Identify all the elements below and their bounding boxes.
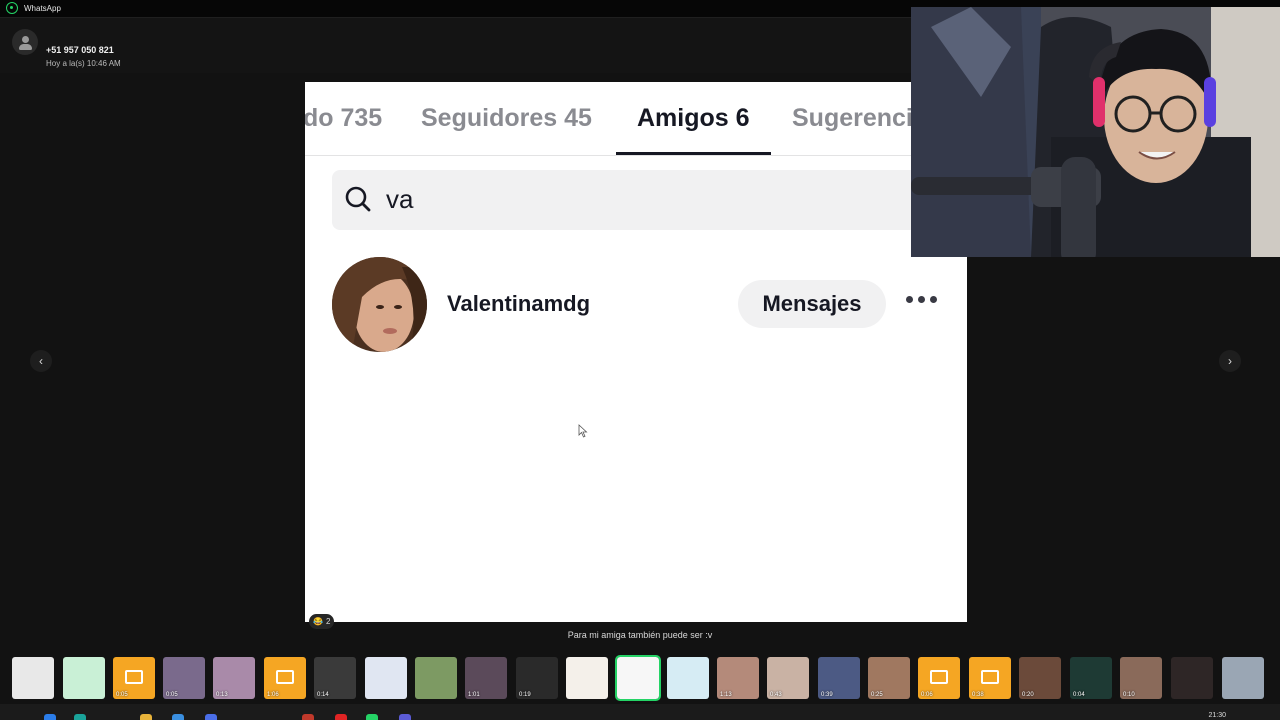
messages-button[interactable]: Mensajes bbox=[738, 280, 886, 328]
whatsapp-logo-icon bbox=[6, 2, 18, 14]
media-thumbnail[interactable]: 0:05 bbox=[113, 657, 155, 699]
os-taskbar: 21:30 bbox=[0, 704, 1280, 720]
media-thumbnail[interactable] bbox=[566, 657, 608, 699]
media-thumbnail[interactable]: 0:06 bbox=[918, 657, 960, 699]
app-name: WhatsApp bbox=[24, 3, 61, 13]
app-title: WhatsApp bbox=[6, 2, 61, 14]
media-thumbnail-selected[interactable] bbox=[615, 655, 661, 701]
taskbar-app-icon[interactable] bbox=[399, 714, 411, 720]
taskbar-clock: 21:30 bbox=[1208, 712, 1226, 719]
friend-avatar[interactable] bbox=[332, 257, 427, 352]
media-thumbnail[interactable]: 1:01 bbox=[465, 657, 507, 699]
media-thumbnail[interactable] bbox=[63, 657, 105, 699]
tab-friends[interactable]: Amigos 6 bbox=[637, 104, 750, 133]
media-thumbnail[interactable]: 0:20 bbox=[1019, 657, 1061, 699]
image-placeholder-icon bbox=[981, 670, 999, 684]
shared-screenshot: do 735 Seguidores 45 Amigos 6 Sugerenci … bbox=[305, 82, 967, 622]
reaction-badge[interactable]: 😂 2 bbox=[309, 614, 335, 629]
image-placeholder-icon bbox=[276, 670, 294, 684]
webcam-image bbox=[911, 7, 1280, 257]
previous-media-button[interactable]: ‹ bbox=[30, 350, 52, 372]
sender-phone: +51 957 050 821 bbox=[46, 45, 114, 55]
taskbar-app-icon[interactable] bbox=[335, 714, 347, 720]
chevron-left-icon: ‹ bbox=[39, 354, 43, 368]
more-options-icon[interactable] bbox=[906, 296, 937, 303]
tiktok-tabs: do 735 Seguidores 45 Amigos 6 Sugerenci bbox=[305, 82, 967, 156]
media-caption: Para mi amiga también puede ser :v bbox=[567, 630, 713, 640]
taskbar-app-icon[interactable] bbox=[140, 714, 152, 720]
search-icon bbox=[345, 186, 371, 212]
tab-following[interactable]: do 735 bbox=[305, 104, 382, 133]
media-thumbnail[interactable]: 0:10 bbox=[1120, 657, 1162, 699]
next-media-button[interactable]: › bbox=[1219, 350, 1241, 372]
media-thumbnail[interactable] bbox=[667, 657, 709, 699]
media-thumbnail[interactable]: 0:43 bbox=[767, 657, 809, 699]
taskbar-app-icon[interactable] bbox=[74, 714, 86, 720]
media-thumbnail[interactable] bbox=[365, 657, 407, 699]
image-placeholder-icon bbox=[125, 670, 143, 684]
taskbar-app-icon[interactable] bbox=[172, 714, 184, 720]
media-thumbnail[interactable]: 0:19 bbox=[516, 657, 558, 699]
taskbar-app-icon[interactable] bbox=[302, 714, 314, 720]
reaction-count: 2 bbox=[325, 617, 331, 626]
media-thumbnail[interactable]: 0:13 bbox=[213, 657, 255, 699]
taskbar-app-icon[interactable] bbox=[44, 714, 56, 720]
image-placeholder-icon bbox=[930, 670, 948, 684]
sender-timestamp: Hoy a la(s) 10:46 AM bbox=[46, 59, 121, 68]
friends-search-input[interactable]: va × bbox=[332, 170, 952, 230]
chevron-right-icon: › bbox=[1228, 354, 1232, 368]
media-thumbnail[interactable] bbox=[1171, 657, 1213, 699]
friend-username[interactable]: Valentinamdg bbox=[447, 291, 590, 317]
media-thumbnail[interactable]: 0:25 bbox=[868, 657, 910, 699]
media-thumbnail[interactable]: 0:39 bbox=[818, 657, 860, 699]
profile-photo-image bbox=[332, 257, 427, 352]
media-thumbnail[interactable]: 0:04 bbox=[1070, 657, 1112, 699]
search-value: va bbox=[386, 184, 414, 214]
tab-followers[interactable]: Seguidores 45 bbox=[421, 104, 592, 133]
streamer-webcam-overlay bbox=[911, 7, 1280, 257]
taskbar-app-icon[interactable] bbox=[205, 714, 217, 720]
mouse-cursor-icon bbox=[578, 424, 588, 438]
person-icon bbox=[21, 36, 29, 43]
laughing-emoji-icon: 😂 bbox=[313, 617, 323, 626]
friend-list-item[interactable]: Valentinamdg Mensajes bbox=[332, 256, 952, 354]
tab-suggestions[interactable]: Sugerenci bbox=[792, 104, 913, 133]
media-thumbnail[interactable]: 0:05 bbox=[163, 657, 205, 699]
media-thumbnail[interactable]: 0:38 bbox=[969, 657, 1011, 699]
media-thumbnail[interactable] bbox=[415, 657, 457, 699]
media-thumbnail[interactable] bbox=[12, 657, 54, 699]
media-thumbnail[interactable]: 1:13 bbox=[717, 657, 759, 699]
media-thumbnail[interactable] bbox=[1222, 657, 1264, 699]
active-tab-indicator bbox=[616, 152, 771, 155]
whatsapp-media-viewer: WhatsApp +51 957 050 821 Hoy a la(s) 10:… bbox=[0, 0, 1280, 720]
taskbar-whatsapp-icon[interactable] bbox=[366, 714, 378, 720]
media-thumbnail[interactable]: 1:06 bbox=[264, 657, 306, 699]
media-thumbnail-strip: 0:05 0:05 0:13 1:06 0:14 1:01 0:19 1:13 … bbox=[0, 654, 1280, 702]
sender-avatar[interactable] bbox=[12, 29, 38, 55]
media-thumbnail[interactable]: 0:14 bbox=[314, 657, 356, 699]
